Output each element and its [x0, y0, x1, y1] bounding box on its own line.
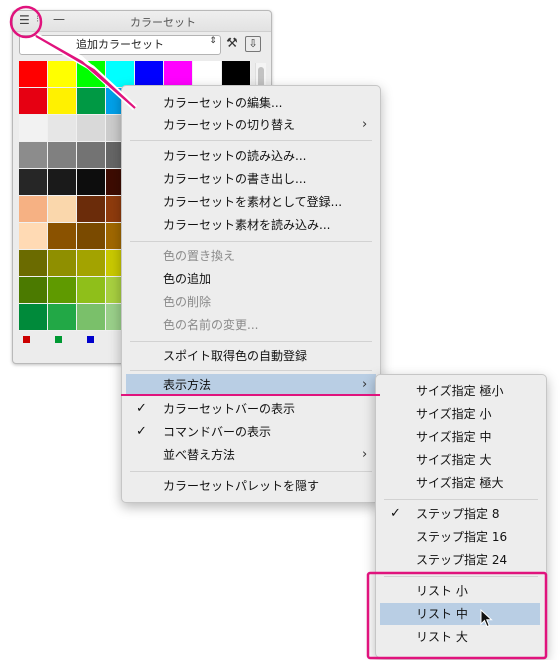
- palette-titlebar[interactable]: ☰ ⁝ — カラーセット: [13, 11, 271, 32]
- submenu-arrow-icon: ›: [362, 117, 368, 132]
- menu-item-show-color-set-bar[interactable]: ✓ カラーセットバーの表示: [122, 398, 380, 420]
- command-bar-swatch[interactable]: [55, 336, 62, 343]
- menu-separator: [130, 140, 372, 141]
- submenu-arrow-icon: ›: [362, 377, 368, 392]
- color-swatch[interactable]: [77, 61, 106, 88]
- color-swatch[interactable]: [48, 223, 77, 250]
- submenu-item-step-24[interactable]: ステップ指定 24: [376, 549, 546, 571]
- color-swatch[interactable]: [19, 196, 48, 223]
- color-swatch[interactable]: [19, 169, 48, 196]
- submenu-item-size-extra-large[interactable]: サイズ指定 極大: [376, 472, 546, 494]
- menu-item-register-as-material[interactable]: カラーセットを素材として登録...: [122, 191, 380, 213]
- checkmark-icon: ✓: [136, 401, 147, 416]
- menu-separator: [130, 341, 372, 342]
- color-swatch[interactable]: [19, 88, 48, 115]
- menu-item-switch-color-set[interactable]: カラーセットの切り替え ›: [122, 114, 380, 136]
- menu-item-hide-palette[interactable]: カラーセットパレットを隠す: [122, 475, 380, 497]
- submenu-separator: [384, 499, 538, 500]
- drag-handle-icon[interactable]: ⁝: [36, 14, 39, 26]
- color-swatch[interactable]: [77, 223, 106, 250]
- color-swatch[interactable]: [193, 61, 222, 88]
- color-swatch[interactable]: [48, 304, 77, 331]
- mouse-cursor-icon: [480, 609, 493, 628]
- menu-separator: [130, 241, 372, 242]
- submenu-item-size-extra-small[interactable]: サイズ指定 極小: [376, 380, 546, 402]
- color-swatch[interactable]: [77, 277, 106, 304]
- minimize-icon[interactable]: —: [53, 12, 65, 26]
- color-swatch[interactable]: [48, 142, 77, 169]
- submenu-separator: [384, 576, 538, 577]
- color-swatch[interactable]: [19, 223, 48, 250]
- color-swatch[interactable]: [77, 142, 106, 169]
- color-swatch[interactable]: [19, 250, 48, 277]
- select-arrows-icon: ⇕: [209, 36, 217, 46]
- color-swatch[interactable]: [48, 250, 77, 277]
- color-swatch[interactable]: [77, 250, 106, 277]
- color-swatch[interactable]: [19, 304, 48, 331]
- color-swatch[interactable]: [19, 277, 48, 304]
- menu-item-show-command-bar[interactable]: ✓ コマンドバーの表示: [122, 421, 380, 443]
- palette-context-menu: カラーセットの編集... カラーセットの切り替え › カラーセットの読み込み...…: [121, 85, 381, 503]
- submenu-arrow-icon: ›: [362, 447, 368, 462]
- command-bar-swatch[interactable]: [23, 336, 30, 343]
- color-set-select[interactable]: 追加カラーセット ⇕: [19, 35, 221, 55]
- submenu-item-size-large[interactable]: サイズ指定 大: [376, 449, 546, 471]
- menu-item-edit-color-set[interactable]: カラーセットの編集...: [122, 92, 380, 114]
- color-swatch[interactable]: [77, 196, 106, 223]
- menu-item-delete-color: 色の削除: [163, 295, 212, 309]
- color-swatch[interactable]: [48, 115, 77, 142]
- color-swatch[interactable]: [48, 61, 77, 88]
- display-method-submenu: サイズ指定 極小 サイズ指定 小 サイズ指定 中 サイズ指定 大 サイズ指定 極…: [375, 374, 547, 658]
- menu-item-auto-register-eyedropper[interactable]: スポイト取得色の自動登録: [122, 345, 380, 367]
- settings-icon[interactable]: ⚒: [222, 35, 242, 53]
- command-bar-swatch[interactable]: [87, 336, 94, 343]
- menu-item-rename-color: 色の名前の変更...: [163, 318, 259, 332]
- submenu-item-step-8[interactable]: ✓ ステップ指定 8: [376, 503, 546, 525]
- menu-item-display-method[interactable]: 表示方法 ›: [126, 374, 376, 396]
- menu-item-export-color-set[interactable]: カラーセットの書き出し...: [122, 168, 380, 190]
- color-swatch[interactable]: [19, 142, 48, 169]
- color-swatch[interactable]: [77, 169, 106, 196]
- color-swatch[interactable]: [222, 61, 251, 88]
- submenu-item-size-medium[interactable]: サイズ指定 中: [376, 426, 546, 448]
- color-swatch[interactable]: [77, 304, 106, 331]
- checkmark-icon: ✓: [136, 424, 147, 439]
- color-swatch[interactable]: [48, 169, 77, 196]
- color-swatch[interactable]: [48, 277, 77, 304]
- submenu-item-list-small[interactable]: リスト 小: [376, 580, 546, 602]
- menu-separator: [130, 370, 372, 371]
- color-swatch[interactable]: [135, 61, 164, 88]
- color-swatch[interactable]: [164, 61, 193, 88]
- menu-item-load-color-set[interactable]: カラーセットの読み込み...: [122, 145, 380, 167]
- palette-menu-icon[interactable]: ☰: [19, 14, 31, 26]
- submenu-item-size-small[interactable]: サイズ指定 小: [376, 403, 546, 425]
- menu-item-load-color-set-material[interactable]: カラーセット素材を読み込み...: [122, 214, 380, 236]
- color-swatch[interactable]: [77, 88, 106, 115]
- color-swatch[interactable]: [106, 61, 135, 88]
- color-swatch[interactable]: [19, 115, 48, 142]
- menu-separator: [130, 471, 372, 472]
- color-swatch[interactable]: [19, 61, 48, 88]
- color-set-select-value: 追加カラーセット: [76, 38, 164, 51]
- menu-item-add-color[interactable]: 色の追加: [122, 268, 380, 290]
- color-swatch[interactable]: [48, 88, 77, 115]
- submenu-item-list-medium[interactable]: リスト 中: [380, 603, 540, 625]
- menu-item-replace-color: 色の置き換え: [163, 249, 236, 263]
- palette-title: カラーセット: [130, 16, 196, 29]
- submenu-item-list-large[interactable]: リスト 大: [376, 626, 546, 648]
- checkmark-icon: ✓: [390, 506, 401, 521]
- color-swatch[interactable]: [77, 115, 106, 142]
- color-swatch[interactable]: [48, 196, 77, 223]
- menu-item-sort-method[interactable]: 並べ替え方法 ›: [122, 444, 380, 466]
- submenu-item-step-16[interactable]: ステップ指定 16: [376, 526, 546, 548]
- download-icon[interactable]: ⇩: [245, 36, 261, 52]
